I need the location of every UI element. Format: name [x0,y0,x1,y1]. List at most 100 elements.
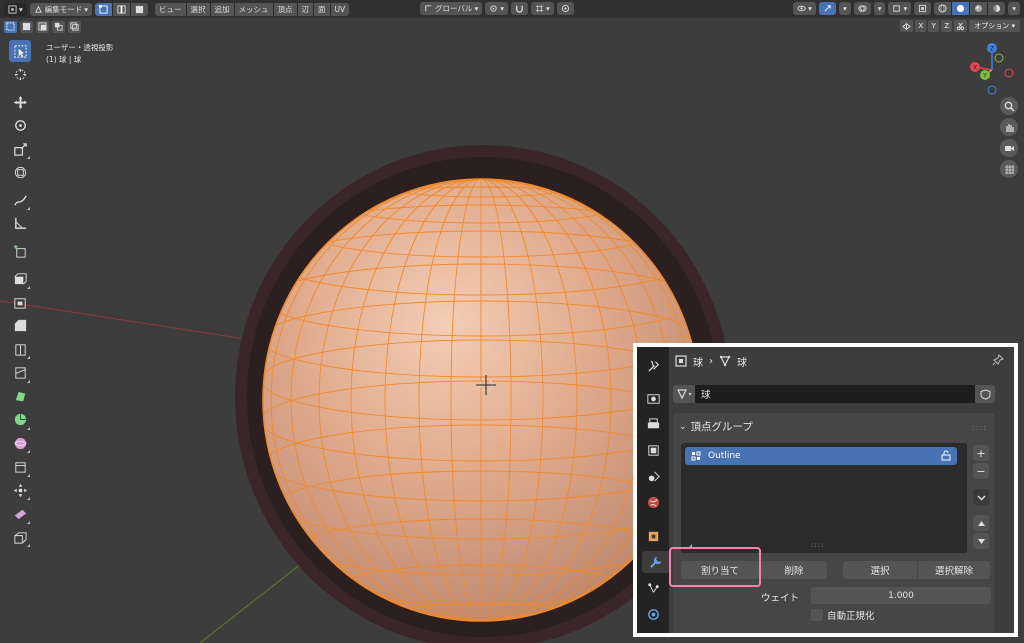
vertex-group-name[interactable]: Outline [708,451,741,461]
vertex-groups-header[interactable]: ⌄ 頂点グループ [679,419,753,434]
tab-physics[interactable] [642,603,664,625]
move-up-button[interactable] [973,515,989,531]
edge-slide-tool[interactable] [9,456,31,478]
pan-button[interactable] [1000,118,1018,136]
smooth-tool[interactable] [9,432,31,454]
tab-tool[interactable] [642,355,664,377]
add-cube-tool[interactable] [9,240,31,262]
weight-field[interactable]: 1.000 [811,587,991,604]
knife-tool[interactable] [9,362,31,384]
pin-icon[interactable] [992,354,1004,368]
extrude-tool[interactable] [9,268,31,290]
overlay-toggle[interactable] [853,2,871,15]
material-shading-button[interactable] [970,2,989,15]
mesh-browse-button[interactable]: ▾ [673,385,695,403]
auto-normalize-checkbox[interactable] [811,609,823,621]
rotate-tool[interactable] [9,115,31,137]
mode-select[interactable]: 編集モード ▾ [29,2,93,16]
gizmo-toggle[interactable] [818,2,836,15]
select-box-mode-intersect[interactable] [68,20,81,33]
mirror-z-toggle[interactable]: Z [941,20,953,32]
list-resize-handle[interactable]: :::: [811,541,824,549]
select-button[interactable]: 選択 [843,561,917,579]
menu-add[interactable]: 追加 [210,2,235,16]
chevron-down-icon: ▾ [842,4,847,13]
mesh-name-field[interactable]: 球 [695,385,975,403]
tab-world[interactable] [642,491,664,513]
scale-tool[interactable] [9,138,31,160]
specials-menu-button[interactable] [973,489,989,505]
add-vertex-group-button[interactable]: + [973,445,989,461]
tab-object[interactable] [642,525,664,547]
editor-type-button[interactable]: ▾ [4,2,27,16]
overlay-menu[interactable]: ▾ [873,2,886,15]
list-item[interactable]: Outline [685,447,957,465]
wireframe-shading-button[interactable] [934,2,953,15]
tab-view-layer[interactable] [642,439,664,461]
transform-tool[interactable] [9,162,31,184]
menu-uv[interactable]: UV [330,2,350,16]
gizmo-menu[interactable]: ▾ [838,2,851,15]
deselect-button[interactable]: 選択解除 [918,561,990,579]
cursor-tool[interactable] [9,64,31,86]
snap-toggle[interactable] [510,2,528,15]
zoom-button[interactable] [1000,97,1018,115]
tab-render[interactable] [642,387,664,409]
spin-tool[interactable] [9,409,31,431]
auto-normalize-row[interactable]: 自動正規化 [811,608,875,622]
options-menu[interactable]: オプション ▾ [969,20,1020,32]
overlay-icon [858,5,867,12]
panel-drag-handle[interactable]: :::: [972,423,987,432]
shrink-fatten-tool[interactable] [9,479,31,501]
select-box-mode-subtract[interactable] [36,20,49,33]
visibility-select[interactable]: ▾ [793,2,816,15]
shear-tool[interactable] [9,503,31,525]
vertex-group-list[interactable]: Outline :::: [681,443,967,553]
mirror-icon-button[interactable] [900,20,914,32]
menu-vertex[interactable]: 頂点 [273,2,298,16]
measure-tool[interactable] [9,213,31,235]
menu-view[interactable]: ビュー [155,2,187,16]
remove-button[interactable]: 削除 [761,561,827,579]
menu-select[interactable]: 選択 [186,2,211,16]
pivot-point-select[interactable]: ▾ [485,2,508,15]
snap-target-select[interactable]: ▾ [530,2,554,15]
camera-view-button[interactable] [1000,139,1018,157]
remove-vertex-group-button[interactable]: − [973,463,989,479]
tab-modifiers[interactable] [642,551,669,573]
mesh-edit-overlay-toggle[interactable]: ▾ [888,2,912,15]
tab-output[interactable] [642,413,664,435]
move-tool[interactable] [9,91,31,113]
bevel-tool[interactable] [9,315,31,337]
vertex-select-button[interactable] [95,2,114,16]
menu-mesh[interactable]: メッシュ [234,2,274,16]
solid-shading-button[interactable] [952,2,971,15]
menu-edge[interactable]: 辺 [297,2,315,16]
snapping-options-button[interactable] [954,20,968,32]
select-box-mode-set[interactable] [4,20,17,33]
select-box-tool[interactable] [9,40,31,62]
select-box-mode-extend[interactable] [20,20,33,33]
shading-menu[interactable]: ▾ [1008,2,1020,15]
edge-select-button[interactable] [113,2,132,16]
move-down-button[interactable] [973,533,989,549]
fake-user-toggle[interactable] [975,385,995,403]
perspective-toggle-button[interactable] [1000,160,1018,178]
face-select-button[interactable] [131,2,149,16]
rip-region-tool[interactable] [9,526,31,548]
tab-scene[interactable] [642,465,664,487]
rendered-shading-button[interactable] [988,2,1006,15]
xray-toggle[interactable] [914,2,932,15]
unlock-icon[interactable] [941,450,951,461]
loop-cut-tool[interactable] [9,338,31,360]
mirror-x-toggle[interactable]: X [915,20,927,32]
annotate-tool[interactable] [9,189,31,211]
tab-particles[interactable] [642,577,664,599]
select-box-mode-invert[interactable] [52,20,65,33]
inset-tool[interactable] [9,291,31,313]
transform-orientation-select[interactable]: グローバル ▾ [420,2,483,15]
menu-face[interactable]: 面 [314,2,331,16]
mirror-y-toggle[interactable]: Y [928,20,940,32]
poly-build-tool[interactable] [9,385,31,407]
proportional-edit-toggle[interactable] [556,2,574,15]
